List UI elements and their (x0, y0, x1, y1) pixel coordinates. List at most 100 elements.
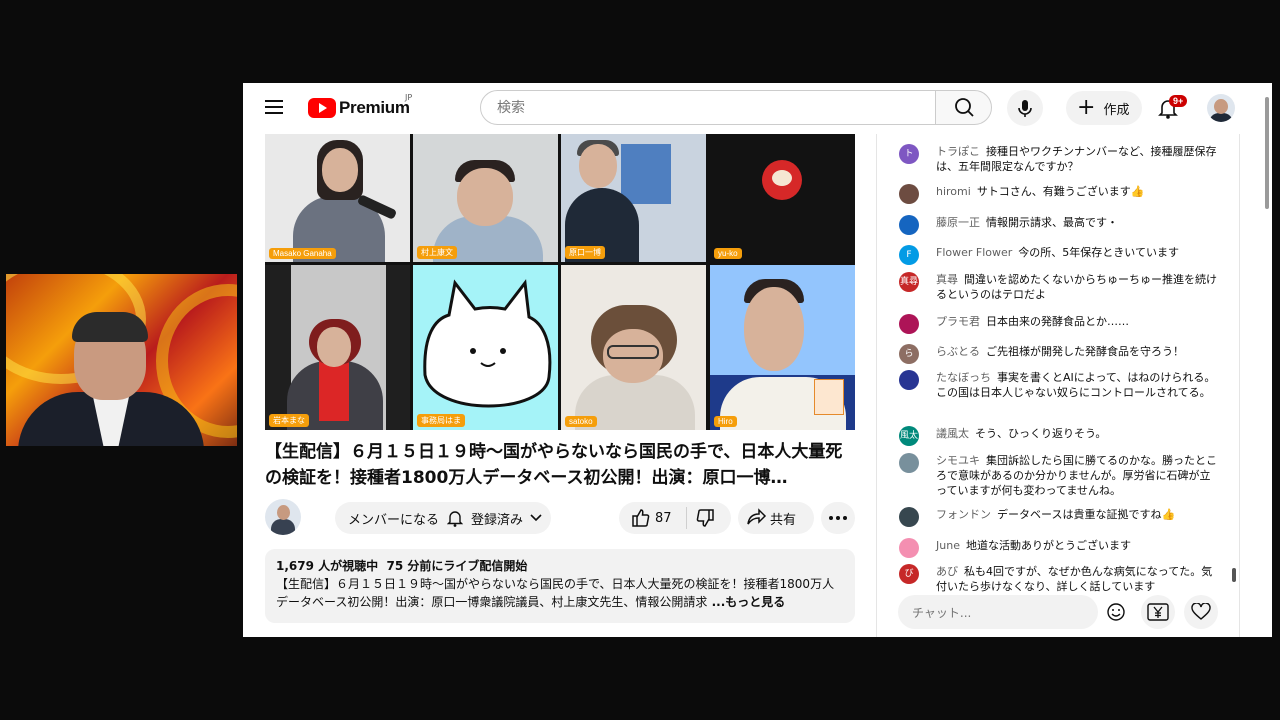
chat-author-avatar[interactable] (899, 184, 919, 204)
chat-author-avatar[interactable]: ら (899, 344, 919, 364)
chat-author-avatar[interactable]: 真尋 (899, 272, 919, 292)
chat-text: データベースは貴重な証拠ですね👍 (997, 508, 1176, 521)
chat-text: ご先祖様が開発した発酵食品を守ろう！ (986, 345, 1184, 358)
like-heart-button[interactable] (1184, 595, 1218, 629)
plus-icon: + (1077, 95, 1096, 120)
chat-text: 日本由来の発酵食品とか…… (986, 315, 1129, 328)
participant-tile: 岩本まな (265, 265, 410, 430)
emoji-button[interactable] (1099, 595, 1133, 629)
channel-avatar[interactable] (265, 499, 301, 535)
chat-author-avatar[interactable] (899, 507, 919, 527)
participant-name: 事務局はま (417, 414, 465, 427)
share-icon (747, 508, 767, 525)
chat-author-avatar[interactable] (899, 215, 919, 235)
chat-author[interactable]: プラモ君 (936, 315, 980, 328)
chat-author-avatar[interactable]: 風太 (899, 426, 919, 446)
create-label: 作成 (1103, 102, 1130, 118)
chat-author[interactable]: あび (936, 565, 958, 578)
yen-icon (1147, 603, 1169, 621)
account-avatar[interactable] (1207, 94, 1235, 122)
chat-message: June 地道な活動ありがとうございます (899, 538, 1217, 558)
voice-search-button[interactable] (1007, 90, 1043, 126)
chat-author[interactable]: June (936, 539, 960, 552)
chat-message: 真尋 真尋 間違いを認めたくないからちゅーちゅー推進を続けるというのはテロだよ (899, 272, 1217, 302)
chat-author-avatar[interactable]: び (899, 564, 919, 584)
menu-icon[interactable] (265, 100, 283, 114)
chat-input[interactable] (910, 595, 1074, 631)
search-button[interactable] (935, 90, 992, 125)
subscribed-button[interactable]: 登録済み (471, 509, 523, 528)
participant-name: Hiro (714, 416, 737, 427)
chat-text: サトコさん、有難うございます👍 (976, 185, 1145, 198)
thumbs-down-icon[interactable] (687, 502, 721, 534)
participant-tile: yu-ko (710, 134, 855, 262)
chat-message: フォンドン データベースは貴重な証拠ですね👍 (899, 507, 1217, 527)
chat-author[interactable]: らぶとる (936, 345, 980, 358)
video-title: 【生配信】６月１５日１９時〜国がやらないなら国民の手で、日本人大量死の検証を！接… (265, 442, 843, 488)
chat-message: F Flower Flower 今の所、5年保存ときいています (899, 245, 1217, 265)
participant-name: yu-ko (714, 248, 742, 259)
page-scrollbar[interactable] (1265, 97, 1269, 209)
search-input[interactable] (495, 91, 919, 124)
description-box[interactable]: 1,679 人が視聴中 75 分前にライブ配信開始 【生配信】６月１５日１９時〜… (265, 549, 855, 623)
super-chat-button[interactable] (1141, 595, 1175, 629)
chat-author[interactable]: たなぼっち (936, 371, 991, 384)
chat-author[interactable]: フォンドン (936, 508, 991, 521)
participant-name: 原口一博 (565, 246, 605, 259)
participant-tile: 村上康文 (413, 134, 558, 262)
youtube-premium-logo[interactable]: Premium JP (308, 93, 412, 119)
chat-message: ら らぶとる ご先祖様が開発した発酵食品を守ろう！ (899, 344, 1217, 364)
more-actions-button[interactable] (821, 502, 855, 534)
chat-author-avatar[interactable]: F (899, 245, 919, 265)
participant-tile: 原口一博 (561, 134, 706, 262)
view-meta: 1,679 人が視聴中 75 分前にライブ配信開始 (276, 557, 527, 575)
brand-name: Premium (339, 98, 410, 117)
thumbs-up-icon[interactable] (619, 502, 659, 534)
join-membership-button[interactable]: メンバーになる (348, 509, 439, 528)
chat-author[interactable]: 議風太 (936, 427, 969, 440)
search-icon (955, 98, 974, 117)
chat-message: シモユキ 集団訴訟したら国に勝てるのかな。勝ったところで意味があるのか分かりません… (899, 453, 1217, 498)
cat-character-icon (423, 279, 552, 408)
chat-author[interactable]: 藤原一正 (936, 216, 980, 229)
video-player[interactable]: Masako Ganaha 村上康文 原口一博 yu-ko 岩本まな 事務局はま… (265, 134, 855, 430)
top-bar: Premium JP + 作成 9+ (243, 83, 1272, 133)
chat-author[interactable]: hiromi (936, 185, 971, 198)
chat-author[interactable]: シモユキ (936, 454, 980, 467)
chat-scrollbar[interactable] (1232, 568, 1236, 582)
chat-author-avatar[interactable]: ト (899, 144, 919, 164)
participant-name: Masako Ganaha (269, 248, 336, 259)
chevron-down-icon[interactable] (523, 510, 547, 526)
chat-message: び あび 私も4回ですが、なぜか色んな病気になってた。気付いたら歩けなくなり、詳しく… (899, 564, 1217, 592)
notification-badge: 9+ (1169, 95, 1188, 107)
subscription-bell-icon[interactable] (447, 509, 464, 527)
chat-text: 間違いを認めたくないからちゅーちゅー推進を続けるというのはテロだよ (936, 273, 1217, 301)
participant-name: 岩本まな (269, 414, 309, 427)
chat-message: 藤原一正 情報開示請求、最高です・ (899, 215, 1217, 235)
create-button[interactable]: + 作成 (1066, 91, 1142, 125)
search-box (480, 90, 936, 125)
chat-author-avatar[interactable] (899, 314, 919, 334)
participant-tile: satoko (561, 265, 706, 430)
chat-text: 今の所、5年保存ときいています (1018, 246, 1179, 259)
membership-subscribe-group: メンバーになる 登録済み (335, 502, 551, 534)
description-text: 【生配信】６月１５日１９時〜国がやらないなら国民の手で、日本人大量死の検証を！接… (276, 575, 841, 611)
microphone-icon (1018, 100, 1032, 117)
participant-tile: Hiro (710, 265, 855, 430)
participant-name: 村上康文 (417, 246, 457, 259)
show-more-link[interactable]: ...もっと見る (707, 595, 786, 609)
chat-text: 情報開示請求、最高です・ (986, 216, 1118, 229)
viewer-count: 1,679 人が視聴中 (276, 559, 379, 573)
chat-author-avatar[interactable] (899, 370, 919, 390)
chat-author[interactable]: トラぽこ (936, 145, 980, 158)
chat-author-avatar[interactable] (899, 453, 919, 473)
chat-message: トトラぽこ 接種日やワクチンナンバーなど、接種履歴保存は、五年間限定なんですか？ (899, 144, 1217, 174)
chat-text: 私も4回ですが、なぜか色んな病気になってた。気付いたら歩けなくなり、詳しく話して… (936, 565, 1213, 592)
chat-author-avatar[interactable] (899, 538, 919, 558)
chat-text: 地道な活動ありがとうございます (965, 539, 1131, 552)
chat-author[interactable]: 真尋 (936, 273, 958, 286)
participant-tile: Masako Ganaha (265, 134, 410, 262)
heart-icon (1191, 602, 1211, 620)
share-button[interactable]: 共有 (738, 502, 814, 534)
chat-author[interactable]: Flower Flower (936, 246, 1012, 259)
